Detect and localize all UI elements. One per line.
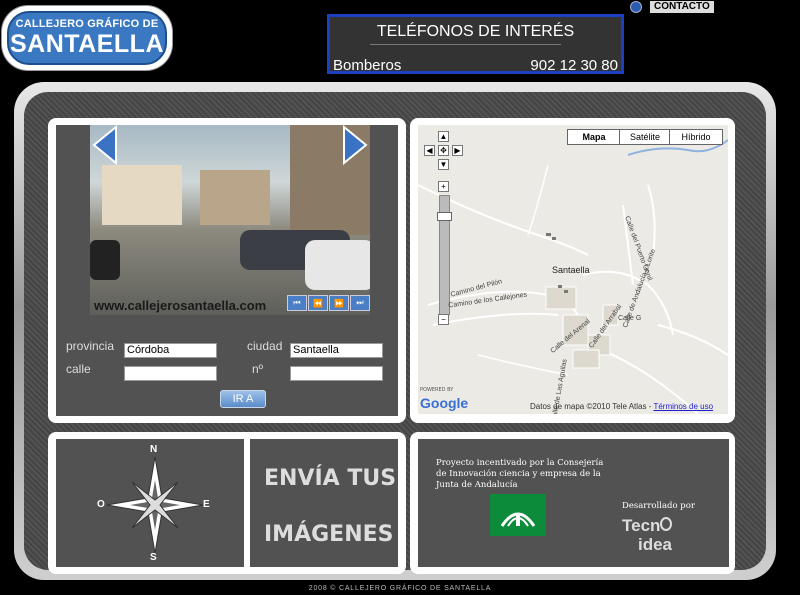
provincia-label: provincia xyxy=(66,339,115,353)
send-images-title-line2: IMÁGENES xyxy=(264,522,394,547)
map-view[interactable]: ▲ ◀ ✥ ▶ ▼ + − Mapa Satélite Híbrido Sant… xyxy=(418,125,728,414)
terms-of-use-link[interactable]: Términos de uso xyxy=(653,402,713,411)
tecnoidea-line1: Tecn xyxy=(622,516,661,535)
compass-east: E xyxy=(203,499,210,510)
photo-watermark-url: www.callejerosantaella.com xyxy=(94,298,267,313)
powered-by-label: POWERED BY xyxy=(420,387,454,393)
logo-badge: CALLEJERO GRÁFICO DE SANTAELLA xyxy=(7,11,167,65)
ciudad-field[interactable]: Santaella xyxy=(290,343,383,358)
compass-north: N xyxy=(150,444,158,455)
map-data-credit: Datos de mapa ©2010 Tele Atlas - xyxy=(530,402,654,411)
compass-west: O xyxy=(97,499,105,510)
map-town-label: Santaella xyxy=(552,265,590,275)
compass-rose-icon xyxy=(106,456,204,554)
calle-field[interactable] xyxy=(124,366,217,381)
pan-center-icon[interactable]: ✥ xyxy=(438,145,449,156)
map-type-hibrido[interactable]: Híbrido xyxy=(669,129,723,145)
developed-by-label: Desarrollado por xyxy=(622,501,695,511)
junta-andalucia-logo[interactable] xyxy=(490,494,546,536)
contact-button[interactable]: CONTACTO xyxy=(650,1,714,13)
project-credit-text: Proyecto incentivado por la Consejería d… xyxy=(436,458,604,490)
bullet-icon xyxy=(630,1,642,13)
go-to-button[interactable]: IR A xyxy=(220,390,266,408)
phone-entry-name: Bomberos xyxy=(333,57,402,74)
photo-building xyxy=(102,165,182,225)
pan-right-icon[interactable]: ▶ xyxy=(452,145,463,156)
numero-label: nº xyxy=(252,362,264,376)
zoom-out-icon[interactable]: − xyxy=(438,314,449,325)
google-brand: Google xyxy=(420,395,469,411)
google-logo[interactable]: POWERED BY Google xyxy=(420,387,468,412)
photo-car xyxy=(90,240,120,280)
pan-up-icon[interactable]: ▲ xyxy=(438,131,449,142)
street-photo: www.callejerosantaella.com ⏮ ⏪ ⏩ ⏭ xyxy=(90,125,370,315)
calle-label: calle xyxy=(66,362,91,376)
tecnoidea-logo[interactable]: Tecn idea xyxy=(622,516,673,554)
phones-divider xyxy=(370,44,561,45)
site-logo[interactable]: CALLEJERO GRÁFICO DE SANTAELLA xyxy=(2,6,172,70)
page-footer: 2008 © CALLEJERO GRÁFICO DE SANTAELLA xyxy=(308,585,492,592)
rewind-photo-button[interactable]: ⏪ xyxy=(308,295,328,311)
map-type-satelite[interactable]: Satélite xyxy=(619,129,671,145)
map-type-mapa[interactable]: Mapa xyxy=(567,129,621,145)
send-images-box[interactable] xyxy=(250,439,398,567)
ciudad-label: ciudad xyxy=(247,339,283,353)
junta-arch-icon xyxy=(500,512,536,527)
map-attribution: Datos de mapa ©2010 Tele Atlas - Término… xyxy=(530,402,713,411)
contact-link[interactable]: CONTACTO xyxy=(630,0,714,14)
logo-top-text: CALLEJERO GRÁFICO DE xyxy=(15,18,159,30)
last-photo-button[interactable]: ⏭ xyxy=(350,295,370,311)
zoom-slider-handle[interactable] xyxy=(437,212,452,221)
photo-building xyxy=(200,170,270,225)
photo-controls: ⏮ ⏪ ⏩ ⏭ xyxy=(287,295,370,311)
send-images-title-line1: ENVÍA TUS xyxy=(264,466,397,491)
first-photo-button[interactable]: ⏮ xyxy=(287,295,307,311)
forward-photo-button[interactable]: ⏩ xyxy=(329,295,349,311)
logo-main-text: SANTAELLA xyxy=(9,30,165,58)
next-arrow-icon[interactable] xyxy=(342,125,368,165)
lightbulb-icon xyxy=(660,517,673,531)
photo-car xyxy=(305,240,370,290)
zoom-in-icon[interactable]: + xyxy=(438,181,449,192)
prev-arrow-icon[interactable] xyxy=(92,125,118,165)
phone-entry-number: 902 12 30 80 xyxy=(530,57,618,74)
pan-down-icon[interactable]: ▼ xyxy=(438,159,449,170)
provincia-field[interactable]: Córdoba xyxy=(124,343,217,358)
numero-field[interactable] xyxy=(290,366,383,381)
tecnoidea-line2: idea xyxy=(638,535,673,554)
phones-of-interest-box: TELÉFONOS DE INTERÉS Bomberos 902 12 30 … xyxy=(327,14,624,74)
compass-south: S xyxy=(150,552,157,563)
phones-title: TELÉFONOS DE INTERÉS xyxy=(376,23,575,40)
pan-left-icon[interactable]: ◀ xyxy=(424,145,435,156)
